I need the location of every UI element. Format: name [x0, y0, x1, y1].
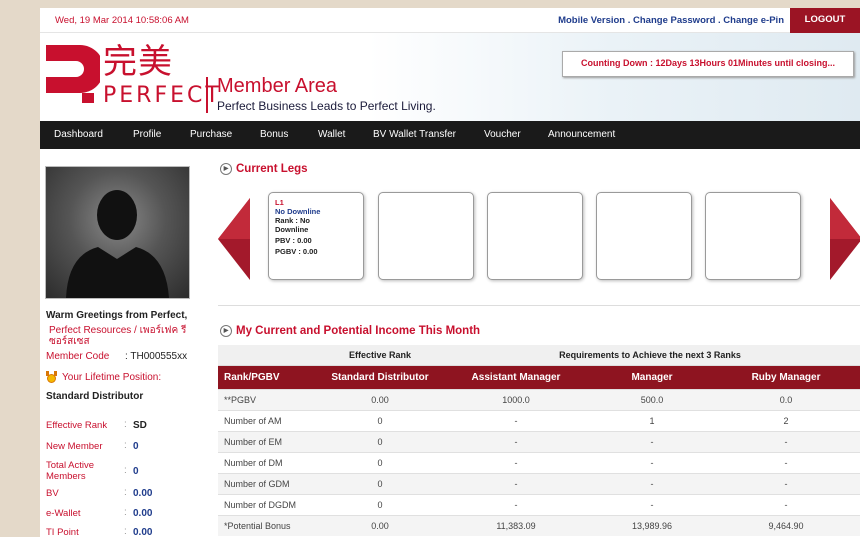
leg-card-empty [378, 192, 474, 280]
logo-english-text: PERFECT [103, 83, 222, 108]
lifetime-position-label: Your Lifetime Position: [62, 372, 162, 383]
leg-card-empty [487, 192, 583, 280]
lifetime-position-value: Standard Distributor [46, 391, 144, 402]
column-header: Manager [592, 365, 712, 390]
leg-card-empty [596, 192, 692, 280]
countdown-banner: Counting Down : 12Days 13Hours 01Minutes… [562, 51, 854, 77]
header: 完美 PERFECT Member Area Perfect Business … [40, 33, 860, 121]
stat-colon: : [124, 419, 127, 430]
leg-rank: Rank : No Downline [275, 216, 311, 234]
stat-colon: : [124, 465, 127, 476]
nav-bonus[interactable]: Bonus [260, 129, 288, 140]
table-row: *Potential Bonus 0.00 11,383.09 13,989.9… [218, 515, 860, 536]
legs-carousel: L1 No Downline Rank : No Downline PBV : … [218, 186, 860, 286]
page-title: Member Area [217, 75, 338, 97]
nav-wallet[interactable]: Wallet [318, 129, 345, 140]
section-bullet-icon: ▶ [220, 325, 232, 337]
leg-code: L1 [275, 198, 284, 207]
column-header: Standard Distributor [320, 365, 440, 390]
user-silhouette-icon [66, 190, 169, 298]
stat-colon: : [124, 526, 127, 537]
medal-icon [46, 371, 57, 383]
section-bullet-icon: ▶ [220, 163, 232, 175]
leg-pgbv: PGBV : 0.00 [275, 247, 318, 256]
income-table: Effective Rank Requirements to Achieve t… [218, 345, 860, 536]
previous-arrow-icon[interactable] [218, 198, 250, 280]
stat-label-effective-rank: Effective Rank [46, 420, 108, 431]
leg-downline: No Downline [275, 207, 321, 216]
member-code-label: Member Code [46, 351, 110, 362]
stat-label-total-active-members: Total Active Members [46, 460, 95, 482]
column-header: Assistant Manager [440, 365, 592, 390]
nav-dashboard[interactable]: Dashboard [54, 129, 103, 140]
table-row: Number of DGDM 0 - - - [218, 494, 860, 516]
logout-button[interactable]: LOGOUT [790, 8, 860, 34]
current-legs-heading: ▶ Current Legs [220, 163, 308, 175]
nav-bv-wallet-transfer[interactable]: BV Wallet Transfer [373, 129, 456, 140]
stat-colon: : [124, 507, 127, 518]
stat-colon: : [124, 440, 127, 451]
nav-announcement[interactable]: Announcement [548, 129, 615, 140]
logo-divider [206, 77, 208, 113]
top-bar: Wed, 19 Mar 2014 10:58:06 AM Mobile Vers… [40, 8, 860, 34]
perfect-logo-icon [46, 45, 100, 103]
page: Wed, 19 Mar 2014 10:58:06 AM Mobile Vers… [40, 8, 860, 537]
stat-colon: : [124, 487, 127, 498]
member-code-value: : TH000555xx [125, 351, 188, 362]
effective-rank-caption: Effective Rank [320, 345, 440, 366]
stat-value-new-member[interactable]: 0 [133, 441, 139, 452]
sidebar: Warm Greetings from Perfect, Perfect Res… [40, 158, 200, 537]
stat-value-total-active-members[interactable]: 0 [133, 466, 139, 477]
leg-pbv: PBV : 0.00 [275, 236, 312, 245]
nav-voucher[interactable]: Voucher [484, 129, 521, 140]
leg-card[interactable]: L1 No Downline Rank : No Downline PBV : … [268, 192, 364, 280]
main-nav: Dashboard Profile Purchase Bonus Wallet … [40, 121, 860, 149]
next-arrow-icon[interactable] [830, 198, 860, 280]
stat-label-new-member: New Member [46, 441, 103, 452]
nav-purchase[interactable]: Purchase [190, 129, 232, 140]
stat-value-e-wallet: 0.00 [133, 508, 153, 519]
avatar [45, 166, 190, 299]
nav-profile[interactable]: Profile [133, 129, 161, 140]
leg-card-empty [705, 192, 801, 280]
table-row: Number of AM 0 - 1 2 [218, 410, 860, 432]
table-row: Number of GDM 0 - - - [218, 473, 860, 495]
stat-label-ti-point: TI Point [46, 527, 79, 537]
stat-value-ti-point: 0.00 [133, 527, 153, 537]
table-row: Number of DM 0 - - - [218, 452, 860, 474]
table-header-row: Rank/PGBV Standard Distributor Assistant… [218, 365, 860, 390]
stat-value-effective-rank: SD [133, 420, 147, 431]
greeting-text: Warm Greetings from Perfect, [46, 310, 188, 321]
divider [218, 305, 860, 306]
date-time: Wed, 19 Mar 2014 10:58:06 AM [55, 15, 189, 26]
income-heading: ▶ My Current and Potential Income This Mo… [220, 325, 480, 337]
column-header: Ruby Manager [712, 365, 860, 390]
stat-label-bv: BV [46, 488, 59, 499]
table-row: Number of EM 0 - - - [218, 431, 860, 453]
member-name: Perfect Resources / เพอร์เฟค รีซอร์สเซส [49, 325, 187, 347]
logo-chinese-text: 完美 [103, 42, 173, 82]
stat-label-e-wallet: e-Wallet [46, 508, 81, 519]
table-caption-row: Effective Rank Requirements to Achieve t… [218, 345, 860, 366]
stat-value-bv: 0.00 [133, 488, 153, 499]
table-row: **PGBV 0.00 1000.0 500.0 0.0 [218, 389, 860, 411]
column-header: Rank/PGBV [218, 365, 320, 390]
requirements-caption: Requirements to Achieve the next 3 Ranks [440, 345, 860, 366]
tagline: Perfect Business Leads to Perfect Living… [217, 99, 436, 113]
account-links[interactable]: Mobile Version . Change Password . Chang… [558, 15, 784, 26]
